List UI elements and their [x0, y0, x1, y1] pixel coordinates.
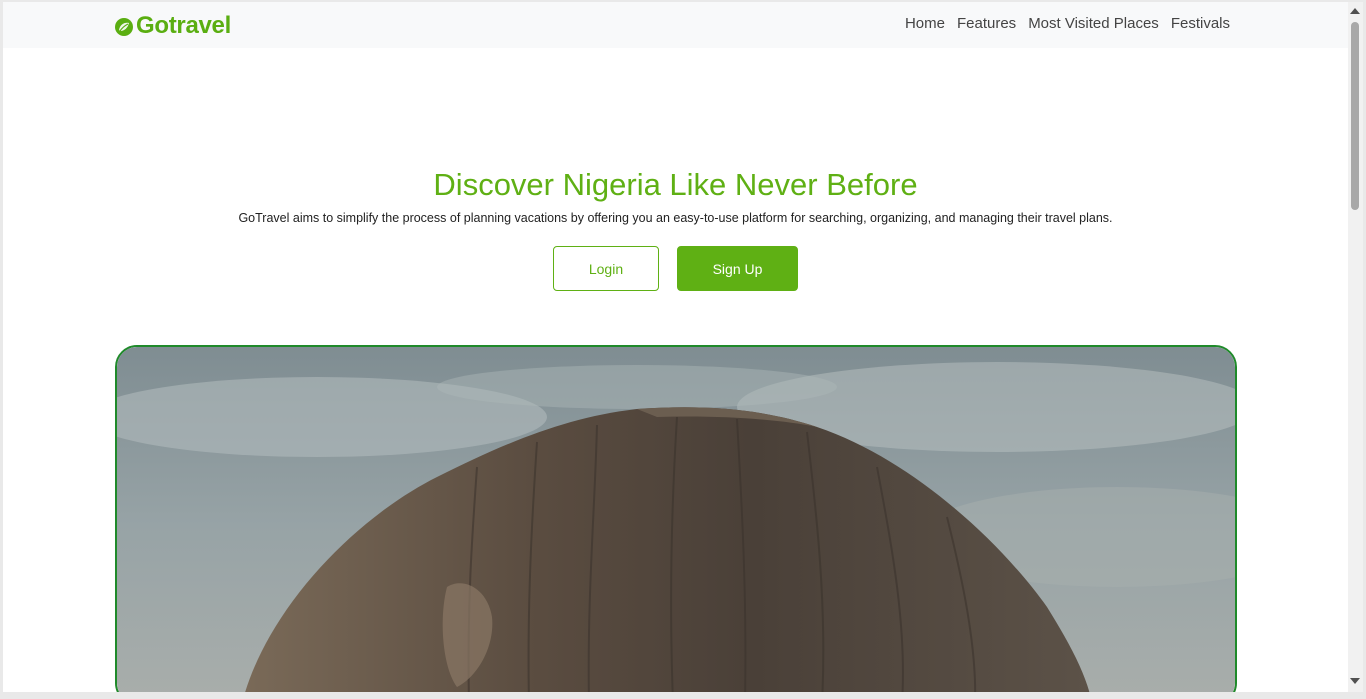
brand-name: Gotravel [136, 12, 231, 39]
rock-landscape-image [117, 347, 1235, 692]
nav-festivals[interactable]: Festivals [1171, 15, 1230, 32]
hero-subtitle: GoTravel aims to simplify the process of… [238, 211, 1113, 225]
nav-home[interactable]: Home [905, 15, 945, 32]
hero-buttons: Login Sign Up [553, 246, 798, 291]
scroll-up-arrow-icon[interactable] [1350, 8, 1360, 14]
brand-logo[interactable]: Gotravel [114, 12, 231, 40]
scrollbar-thumb[interactable] [1351, 22, 1359, 210]
scroll-down-arrow-icon[interactable] [1350, 678, 1360, 684]
hero-title: Discover Nigeria Like Never Before [433, 167, 918, 202]
browser-window: Gotravel Home Features Most Visited Plac… [0, 0, 1366, 699]
hero-image [115, 345, 1237, 692]
signup-button[interactable]: Sign Up [677, 246, 798, 291]
navbar: Gotravel Home Features Most Visited Plac… [3, 2, 1348, 48]
vertical-scrollbar[interactable] [1348, 2, 1363, 692]
nav-features[interactable]: Features [957, 15, 1016, 32]
gotravel-logo-icon [114, 16, 134, 36]
page-viewport: Gotravel Home Features Most Visited Plac… [3, 2, 1348, 692]
login-button[interactable]: Login [553, 246, 659, 291]
nav-most-visited-places[interactable]: Most Visited Places [1028, 15, 1159, 32]
nav-links: Home Features Most Visited Places Festiv… [905, 15, 1230, 32]
